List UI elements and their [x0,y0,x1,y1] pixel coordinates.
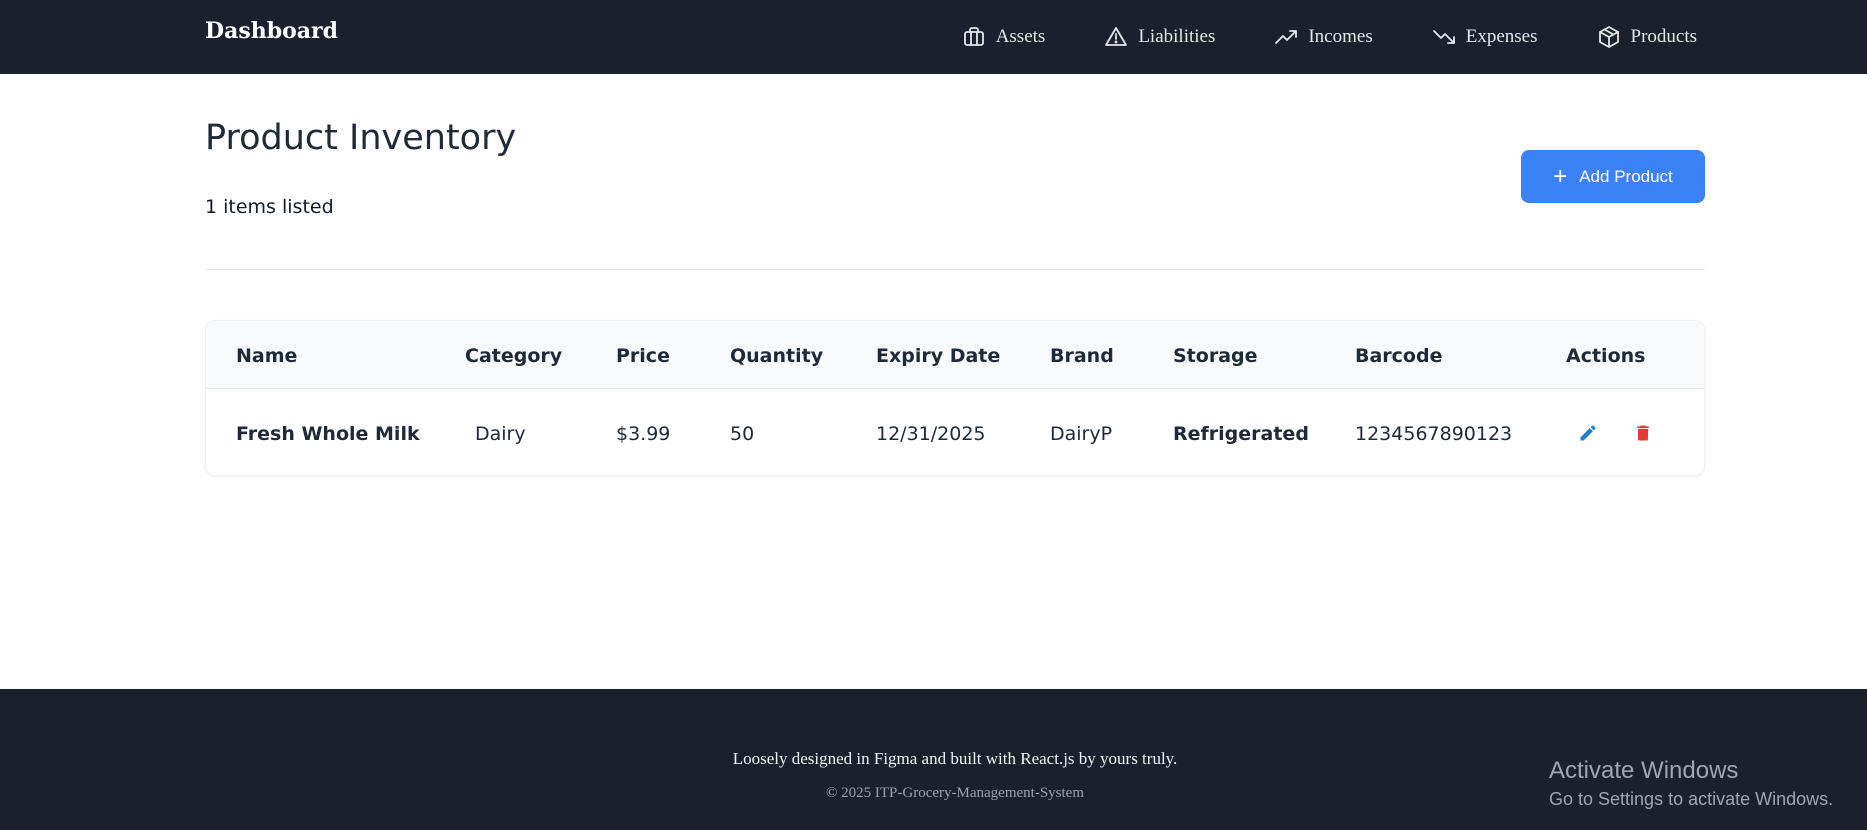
cell-category: Dairy [475,423,526,445]
cell-name: Fresh Whole Milk [236,423,420,445]
trending-down-icon [1432,30,1455,44]
nav-link-expenses[interactable]: Expenses [1432,25,1538,49]
cell-storage: Refrigerated [1173,423,1309,445]
add-product-label: Add Product [1579,166,1673,186]
column-header-actions: Actions [1566,345,1646,367]
cell-price: $3.99 [616,423,671,445]
nav-link-label: Expenses [1465,26,1538,47]
edit-button[interactable] [1577,421,1599,445]
pencil-icon [1580,425,1596,441]
nav-link-assets[interactable]: Assets [962,25,1046,49]
product-table: Name Category Price Quantity Expiry Date… [205,320,1705,476]
trending-up-icon [1275,30,1298,44]
trash-icon [1637,425,1649,441]
add-product-button[interactable]: + Add Product [1521,150,1705,203]
column-header-storage: Storage [1173,345,1258,367]
activate-windows-title: Activate Windows [1549,757,1739,784]
activate-windows-subtitle: Go to Settings to activate Windows. [1549,789,1834,809]
column-header-brand: Brand [1050,345,1114,367]
cell-expiry-date: 12/31/2025 [876,423,986,445]
column-header-quantity: Quantity [730,345,824,367]
nav-link-label: Liabilities [1138,26,1216,47]
top-navbar: Dashboard Assets Liabilities Incomes Exp… [0,0,1867,74]
brand-logo[interactable]: Dashboard [205,18,338,44]
delete-button[interactable] [1632,421,1654,445]
column-header-category: Category [465,345,563,367]
nav-link-label: Assets [995,26,1046,47]
cell-barcode: 1234567890123 [1355,423,1513,445]
nav-link-label: Products [1630,26,1698,47]
nav-link-label: Incomes [1308,26,1373,47]
cell-brand: DairyP [1050,423,1113,445]
divider [205,269,1705,270]
items-count: 1 items listed [205,196,334,218]
plus-icon: + [1553,162,1568,190]
package-icon [1598,26,1619,48]
nav-links: Assets Liabilities Incomes Expenses Prod… [903,0,1697,74]
column-header-expiry-date: Expiry Date [876,345,1001,367]
warning-triangle-icon [1105,27,1128,46]
nav-link-liabilities[interactable]: Liabilities [1104,25,1215,49]
table-header: Name Category Price Quantity Expiry Date… [206,321,1704,389]
column-header-price: Price [616,345,670,367]
nav-link-products[interactable]: Products [1597,25,1698,49]
column-header-barcode: Barcode [1355,345,1443,367]
cell-quantity: 50 [730,423,755,445]
briefcase-icon [963,27,984,46]
nav-link-incomes[interactable]: Incomes [1274,25,1373,49]
column-header-name: Name [236,345,298,367]
page-title: Product Inventory [205,118,517,158]
